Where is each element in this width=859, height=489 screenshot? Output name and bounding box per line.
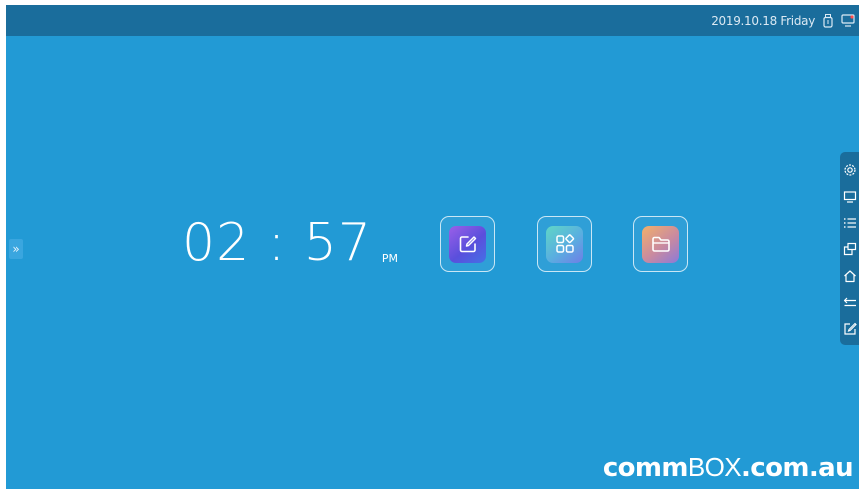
note-edit-icon	[449, 225, 486, 263]
note-app-button[interactable]	[440, 216, 495, 272]
screen-cast-icon[interactable]	[841, 14, 855, 27]
brand-domain: .com.au	[741, 453, 854, 483]
brand-comm: comm	[602, 453, 689, 483]
folder-icon	[642, 225, 679, 263]
expand-sidebar-button[interactable]: »	[9, 239, 23, 259]
usb-drive-icon[interactable]	[823, 13, 833, 28]
desktop-screen: 2019.10.18 Friday » 02 : 57 PM commBOX.c…	[6, 5, 859, 489]
status-bar: 2019.10.18 Friday	[6, 5, 859, 36]
right-toolbar	[840, 152, 859, 345]
annotate-icon[interactable]	[843, 321, 857, 335]
apps-grid-icon	[546, 225, 583, 263]
home-icon[interactable]	[843, 268, 857, 282]
brand-box: BOX	[687, 452, 742, 482]
list-icon[interactable]	[843, 215, 857, 229]
back-icon[interactable]	[843, 294, 857, 308]
clock-time: 02 : 57	[182, 213, 372, 273]
apps-button[interactable]	[537, 216, 592, 272]
clock-widget: 02 : 57 PM	[182, 213, 398, 273]
brand-watermark: commBOX.com.au	[602, 452, 854, 483]
settings-icon[interactable]	[843, 162, 857, 176]
date-label: 2019.10.18 Friday	[711, 13, 815, 28]
clock-ampm: PM	[381, 252, 399, 265]
windows-icon[interactable]	[843, 241, 857, 256]
file-manager-button[interactable]	[633, 216, 688, 272]
monitor-icon[interactable]	[843, 189, 857, 203]
status-area: 2019.10.18 Friday	[711, 5, 859, 36]
